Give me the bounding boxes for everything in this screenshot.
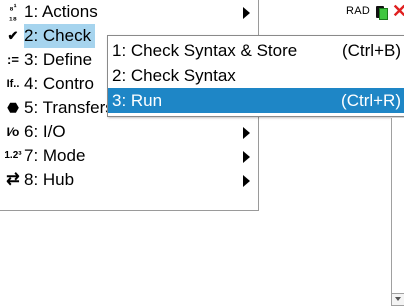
abc-icon: ₈¹ ₁₈ bbox=[9, 2, 17, 22]
menu-item-label: 3: Define bbox=[24, 50, 93, 69]
chevron-right-icon bbox=[243, 175, 250, 187]
control-icon: If.. bbox=[6, 78, 20, 90]
menu-item-label: 4: Contro bbox=[24, 74, 94, 93]
shortcut-label: (Ctrl+R) bbox=[341, 91, 401, 110]
menu-item-io[interactable]: I⁄o 6: I/O bbox=[0, 120, 258, 144]
chevron-right-icon bbox=[243, 127, 250, 139]
menu-item-label: 1: Actions bbox=[24, 2, 98, 21]
check-submenu: 1: Check Syntax & Store (Ctrl+B) 2: Chec… bbox=[107, 35, 404, 117]
submenu-item-label: 3: Run bbox=[112, 91, 163, 110]
submenu-item-run[interactable]: 3: Run (Ctrl+R) bbox=[108, 88, 404, 113]
vertical-scrollbar[interactable] bbox=[391, 118, 404, 305]
status-area: RAD ✕ bbox=[256, 0, 404, 24]
angle-mode-indicator: RAD bbox=[346, 5, 371, 17]
scroll-down-button[interactable] bbox=[391, 293, 404, 306]
close-icon[interactable]: ✕ bbox=[392, 2, 404, 20]
check-syntax-icon: ✔ bbox=[7, 28, 19, 43]
menu-item-actions[interactable]: ₈¹ ₁₈ 1: Actions bbox=[0, 0, 258, 24]
battery-icon bbox=[376, 4, 390, 20]
submenu-item-label: 2: Check Syntax bbox=[112, 66, 236, 85]
stop-icon: ⬣ bbox=[7, 100, 19, 115]
shortcut-label: (Ctrl+B) bbox=[341, 41, 401, 60]
menu-item-mode[interactable]: 1.2³ 7: Mode bbox=[0, 144, 258, 168]
menu-item-label: 2: Check bbox=[24, 24, 96, 48]
io-icon: I⁄o bbox=[6, 125, 20, 139]
mode-icon: 1.2³ bbox=[4, 150, 22, 161]
define-icon: := bbox=[7, 52, 19, 67]
hub-icon: ⇄ bbox=[6, 171, 20, 188]
menu-item-label: 5: Transfers bbox=[24, 98, 114, 117]
menu-item-label: 7: Mode bbox=[24, 146, 86, 165]
submenu-item-check-syntax-store[interactable]: 1: Check Syntax & Store (Ctrl+B) bbox=[108, 38, 404, 63]
submenu-item-label: 1: Check Syntax & Store bbox=[112, 41, 298, 60]
menu-item-label: 8: Hub bbox=[24, 170, 75, 189]
menu-item-hub[interactable]: ⇄ 8: Hub bbox=[0, 168, 258, 192]
submenu-item-check-syntax[interactable]: 2: Check Syntax bbox=[108, 63, 404, 88]
chevron-right-icon bbox=[243, 151, 250, 163]
menu-item-label: 6: I/O bbox=[24, 122, 66, 141]
chevron-right-icon bbox=[243, 7, 250, 19]
